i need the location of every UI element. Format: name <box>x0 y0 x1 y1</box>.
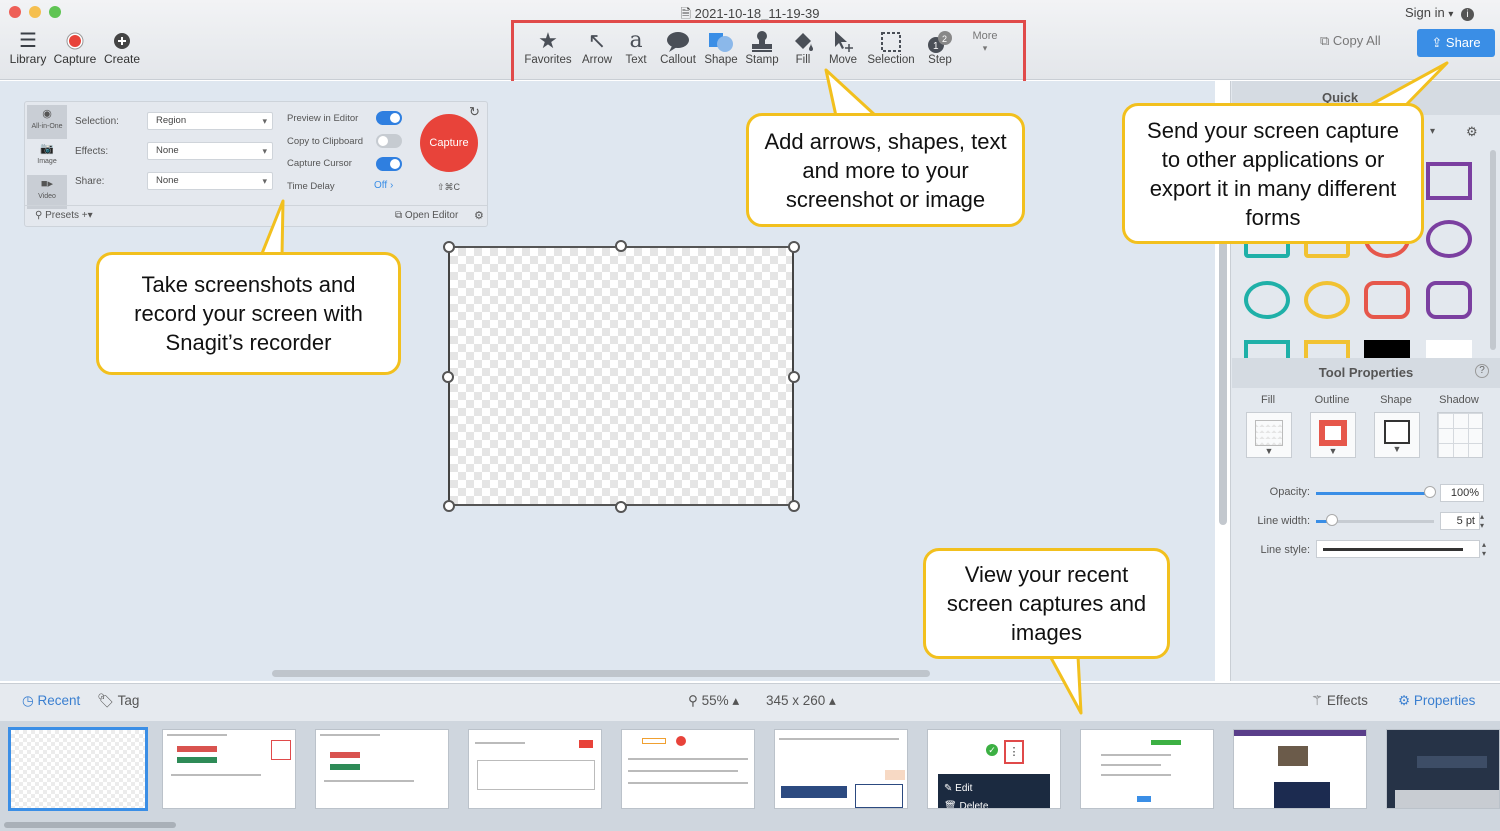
recent-callout: View your recent screen captures and ima… <box>923 548 1170 659</box>
recent-callout-pointer <box>1048 654 1083 715</box>
share-callout-pointer <box>1370 61 1449 108</box>
tools-callout-pointer <box>824 68 878 118</box>
tools-callout-text: Add arrows, shapes, text and more to you… <box>764 128 1007 212</box>
capture-callout-pointer <box>259 199 285 258</box>
share-callout: Send your screen capture to other applic… <box>1122 103 1424 244</box>
share-callout-text: Send your screen capture to other applic… <box>1147 117 1399 230</box>
capture-callout: Take screenshots and record your screen … <box>96 252 401 375</box>
tools-callout: Add arrows, shapes, text and more to you… <box>746 113 1025 227</box>
recent-callout-text: View your recent screen captures and ima… <box>946 562 1147 645</box>
capture-callout-text: Take screenshots and record your screen … <box>134 272 363 355</box>
